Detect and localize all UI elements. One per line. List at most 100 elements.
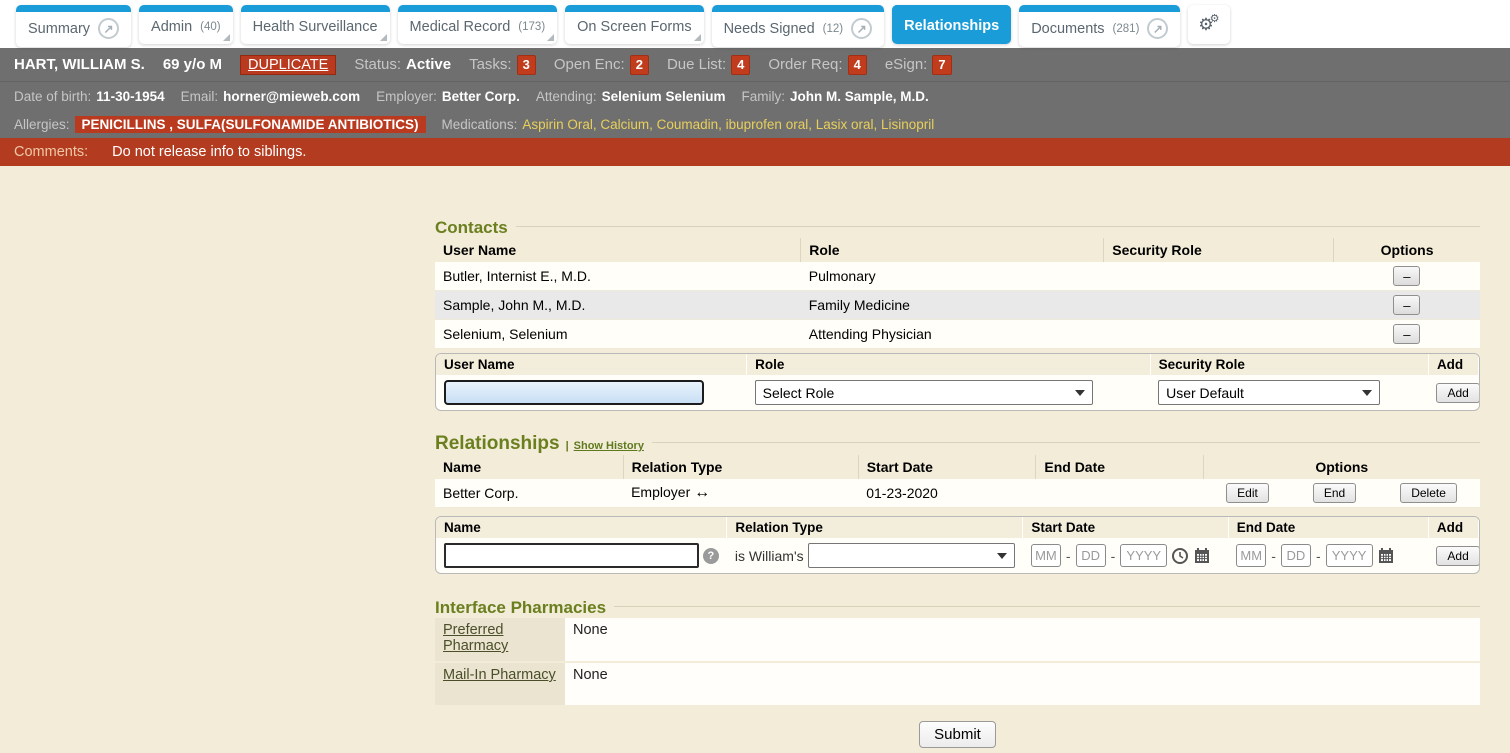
tab-health-surveillance[interactable]: Health Surveillance [241,5,390,44]
submit-button[interactable]: Submit [919,721,996,748]
add-rel-col-name: Name [436,517,727,538]
tab-admin[interactable]: Admin (40) [139,5,233,44]
due-list-label: Due List: [667,56,726,73]
end-relationship-button[interactable]: End [1313,483,1356,503]
popout-icon[interactable]: ↗ [851,18,872,39]
date-separator: - [1111,548,1116,564]
status-label: Status: [354,56,401,73]
add-contact-col-add: Add [1428,354,1478,375]
remove-contact-button[interactable]: – [1393,266,1420,286]
date-separator: - [1066,548,1071,564]
rel-col-name: Name [435,455,623,479]
add-relationship-button[interactable]: Add [1436,546,1479,566]
dob-value: 11-30-1954 [96,89,164,104]
contact-security-role-selected-value: User Default [1166,385,1244,401]
contact-row: Butler, Internist E., M.D. Pulmonary – [435,262,1480,291]
start-month-input[interactable] [1031,544,1061,567]
chevron-down-icon [1362,390,1372,396]
remove-contact-button[interactable]: – [1393,295,1420,315]
end-month-input[interactable] [1236,544,1266,567]
gears-icon-small: ⚙ [1210,12,1220,25]
tab-summary[interactable]: Summary ↗ [16,5,131,47]
tab-on-screen-forms[interactable]: On Screen Forms [565,5,703,44]
tab-documents[interactable]: Documents (281) ↗ [1019,5,1180,47]
preferred-pharmacy-link[interactable]: Preferred Pharmacy [443,622,557,654]
popout-icon[interactable]: ↗ [98,18,119,39]
attending-label: Attending: [536,89,597,104]
tab-medical-record[interactable]: Medical Record (173) [398,5,558,44]
relationship-end-date [1036,479,1203,508]
show-history-link[interactable]: Show History [574,440,644,452]
add-rel-col-end-date: End Date [1228,517,1428,538]
pharmacies-table: Preferred Pharmacy None Mail-In Pharmacy… [435,618,1480,707]
end-day-input[interactable] [1281,544,1311,567]
rel-col-start-date: Start Date [858,455,1036,479]
end-year-input[interactable] [1326,544,1373,567]
bidirectional-arrow-icon: ↔ [694,484,710,501]
delete-relationship-button[interactable]: Delete [1400,483,1457,503]
family-value: John M. Sample, M.D. [790,89,929,104]
add-rel-col-relation-type: Relation Type [727,517,1023,538]
dob-label: Date of birth: [14,89,91,104]
tab-needs-signed[interactable]: Needs Signed (12) ↗ [712,5,885,47]
pharmacies-title-text: Interface Pharmacies [435,598,606,618]
start-year-input[interactable] [1120,544,1167,567]
order-req-label: Order Req: [768,56,842,73]
relationships-section-title: Relationships | Show History [435,433,1480,455]
patient-header-row1: HART, WILLIAM S. 69 y/o M DUPLICATE Stat… [0,48,1510,82]
contacts-col-security-role: Security Role [1104,238,1334,262]
contact-user-name: Selenium, Selenium [435,320,801,349]
edit-relationship-button[interactable]: Edit [1226,483,1269,503]
rel-col-options: Options [1203,455,1480,479]
tasks-label: Tasks: [469,56,512,73]
contact-row: Sample, John M., M.D. Family Medicine – [435,291,1480,320]
contacts-section-title: Contacts [435,218,1480,238]
contact-security-role [1104,262,1334,291]
allergies-label: Allergies: [14,117,70,132]
contact-role: Pulmonary [801,262,1104,291]
open-enc-count-badge[interactable]: 2 [630,55,649,75]
calendar-icon[interactable] [1377,547,1395,565]
contact-security-role-select[interactable]: User Default [1158,380,1380,405]
tab-relationships[interactable]: Relationships [892,5,1011,44]
esign-count-badge[interactable]: 7 [932,55,951,75]
contact-user-name-input[interactable] [444,380,704,405]
tasks-count-badge[interactable]: 3 [517,55,536,75]
title-rule [614,606,1480,607]
preferred-pharmacy-value: None [565,618,1480,662]
relation-type-select[interactable] [808,543,1015,568]
allergies-value[interactable]: PENICILLINS , SULFA(SULFONAMIDE ANTIBIOT… [75,116,426,133]
start-day-input[interactable] [1076,544,1106,567]
tab-label: Documents [1031,21,1104,37]
comments-banner: Comments: Do not release info to sibling… [0,138,1510,166]
contact-role-select[interactable]: Select Role [755,380,1093,405]
remove-contact-button[interactable]: – [1393,324,1420,344]
tab-label: Summary [28,21,90,37]
medications-label: Medications: [442,117,518,132]
rel-col-end-date: End Date [1036,455,1203,479]
help-icon[interactable]: ? [703,548,719,564]
order-req-count-badge[interactable]: 4 [848,55,867,75]
contacts-col-role: Role [801,238,1104,262]
settings-button[interactable]: ⚙ ⚙ [1188,5,1229,44]
family-label: Family: [741,89,785,104]
contacts-col-user-name: User Name [435,238,801,262]
medications-list[interactable]: Aspirin Oral, Calcium, Coumadin, ibuprof… [522,117,934,132]
mail-in-pharmacy-link[interactable]: Mail-In Pharmacy [443,667,556,683]
calendar-icon[interactable] [1193,547,1211,565]
employer-label: Employer: [376,89,437,104]
add-contact-form: User Name Role Security Role Add Select … [435,353,1480,411]
popout-icon[interactable]: ↗ [1147,18,1168,39]
tab-count: (173) [518,21,545,33]
relationship-name: Better Corp. [435,479,623,508]
patient-name: HART, WILLIAM S. [14,56,145,73]
open-enc-label: Open Enc: [554,56,625,73]
relationship-type: Employer [631,484,690,500]
clock-icon[interactable] [1171,547,1189,565]
relationship-name-input[interactable] [444,543,699,568]
due-list-count-badge[interactable]: 4 [731,55,750,75]
patient-header-row2: Date of birth: 11-30-1954 Email: horner@… [0,82,1510,110]
pharmacies-section-title: Interface Pharmacies [435,598,1480,618]
duplicate-flag[interactable]: DUPLICATE [240,55,336,75]
add-contact-button[interactable]: Add [1436,383,1479,403]
